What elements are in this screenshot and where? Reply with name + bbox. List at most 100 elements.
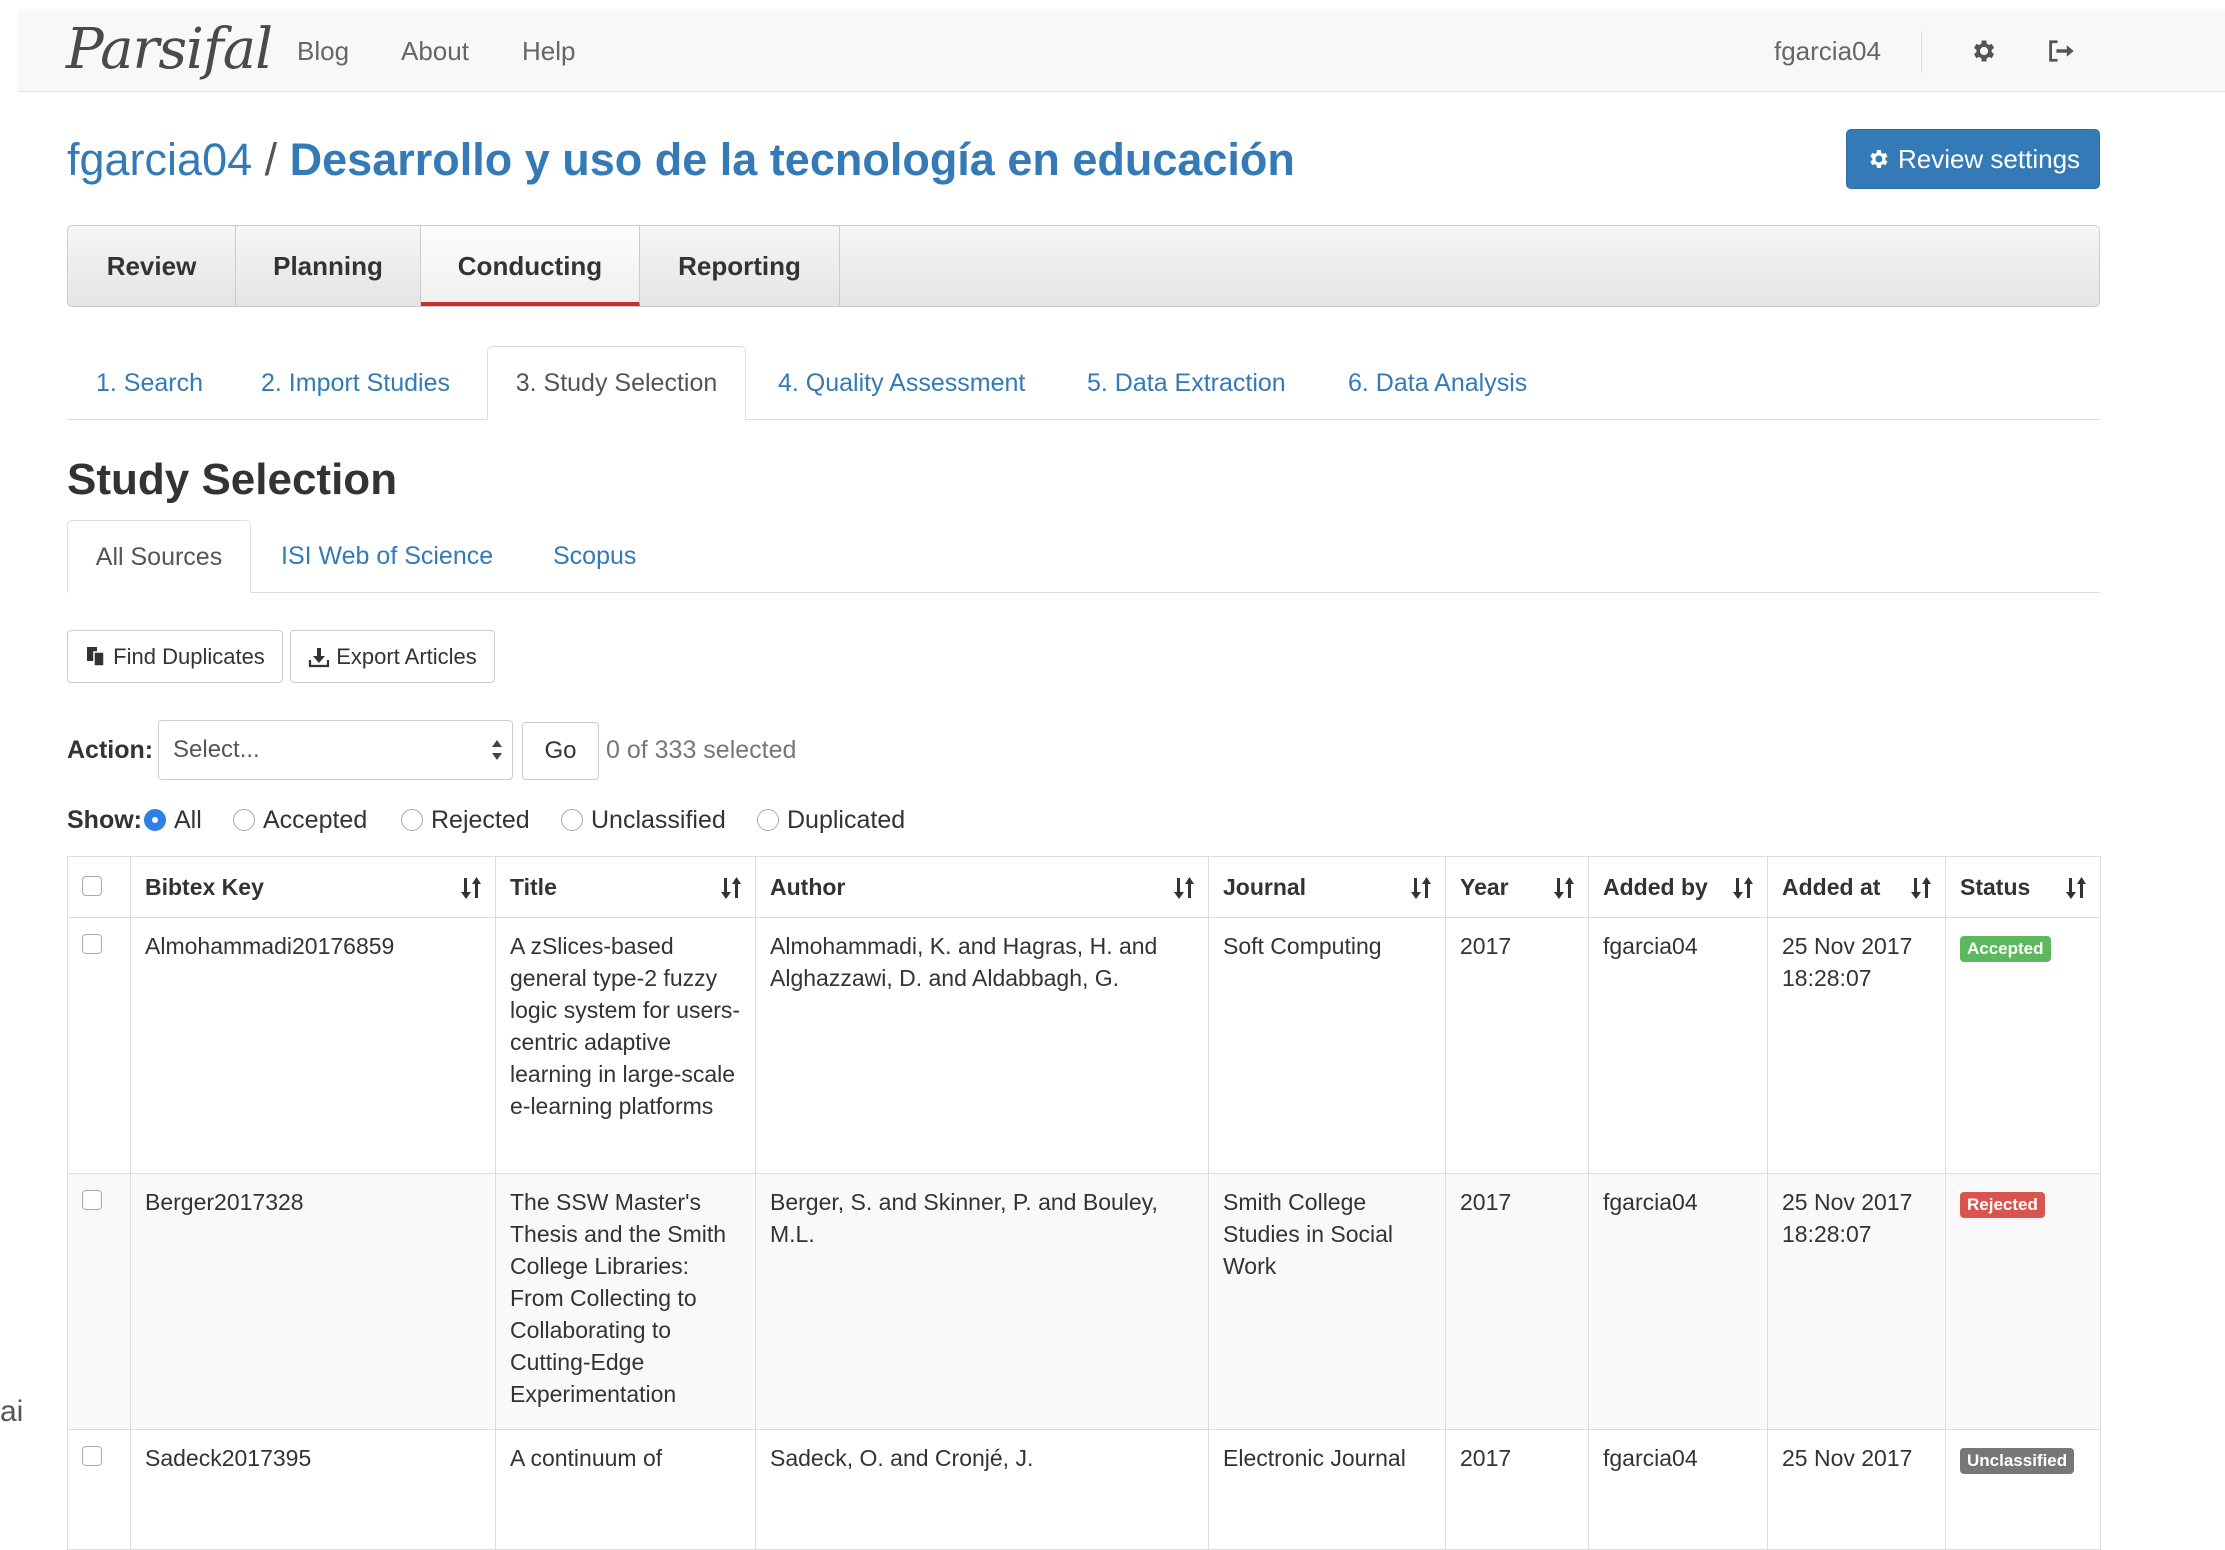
column-label: Journal — [1223, 873, 1307, 900]
studies-table: Bibtex Key Title Author Journal Year Add… — [67, 856, 2101, 1550]
edge-text-fragment: ai — [0, 1395, 24, 1428]
status-cell: Accepted — [1945, 917, 2101, 1174]
tab-conducting[interactable]: Conducting — [421, 226, 640, 306]
radio-button[interactable] — [401, 809, 423, 831]
tab-data-extraction[interactable]: 5. Data Extraction — [1087, 347, 1286, 419]
radio-button[interactable] — [757, 809, 779, 831]
column-label: Added by — [1603, 873, 1708, 900]
gear-icon[interactable] — [1961, 29, 2005, 73]
sort-icon[interactable] — [1731, 875, 1755, 901]
tab-review[interactable]: Review — [68, 226, 236, 306]
column-label: Bibtex Key — [145, 873, 264, 900]
find-duplicates-button[interactable]: Find Duplicates — [67, 630, 283, 683]
table-row[interactable]: Almohammadi20176859 A zSlices-based gene… — [67, 917, 2101, 1174]
row-checkbox[interactable] — [82, 1446, 102, 1466]
journal-cell: Soft Computing — [1208, 917, 1446, 1174]
filter-duplicated-radio[interactable]: Duplicated — [757, 800, 905, 840]
title-cell[interactable]: A continuum of — [495, 1429, 756, 1550]
column-label: Title — [510, 873, 557, 900]
status-cell: Unclassified — [1945, 1429, 2101, 1550]
tab-import-studies[interactable]: 2. Import Studies — [261, 347, 450, 419]
go-button[interactable]: Go — [522, 722, 599, 780]
filter-all-radio[interactable]: All — [144, 800, 202, 840]
status-cell: Rejected — [1945, 1173, 2101, 1430]
sign-out-icon[interactable] — [2039, 29, 2083, 73]
tab-isi-web-of-science[interactable]: ISI Web of Science — [281, 520, 493, 592]
column-header[interactable]: Title — [495, 856, 756, 918]
column-header[interactable]: Year — [1445, 856, 1589, 918]
action-select[interactable]: Select... — [158, 720, 513, 780]
column-label: Added at — [1782, 873, 1881, 900]
added-by-cell: fgarcia04 — [1588, 1429, 1768, 1550]
action-label: Action: — [67, 736, 154, 764]
tab-reporting[interactable]: Reporting — [640, 226, 840, 306]
select-all-checkbox[interactable] — [82, 876, 102, 896]
journal-cell: Smith College Studies in Social Work — [1208, 1173, 1446, 1430]
column-header[interactable]: Journal — [1208, 856, 1446, 918]
find-duplicates-label: Find Duplicates — [113, 643, 265, 669]
tab-scopus[interactable]: Scopus — [553, 520, 636, 592]
table-row[interactable]: Berger2017328 The SSW Master's Thesis an… — [67, 1173, 2101, 1430]
review-settings-button[interactable]: Review settings — [1846, 129, 2100, 189]
row-checkbox[interactable] — [82, 1190, 102, 1210]
filter-all-label: All — [174, 805, 202, 834]
sort-icon[interactable] — [1909, 875, 1933, 901]
column-header[interactable]: Status — [1945, 856, 2101, 918]
row-checkbox[interactable] — [82, 934, 102, 954]
title-cell[interactable]: The SSW Master's Thesis and the Smith Co… — [495, 1173, 756, 1430]
radio-button[interactable] — [233, 809, 255, 831]
nav-link-blog[interactable]: Blog — [297, 31, 349, 71]
filter-rejected-radio[interactable]: Rejected — [401, 800, 530, 840]
column-header[interactable]: Author — [755, 856, 1209, 918]
tab-search[interactable]: 1. Search — [96, 347, 203, 419]
sort-icon[interactable] — [719, 875, 743, 901]
status-badge: Accepted — [1960, 936, 2051, 962]
added-at-cell: 25 Nov 2017 18:28:07 — [1767, 917, 1946, 1174]
owner-link[interactable]: fgarcia04 — [67, 134, 252, 185]
tab-quality-assessment[interactable]: 4. Quality Assessment — [778, 347, 1025, 419]
sort-icon[interactable] — [1172, 875, 1196, 901]
title-separator: / — [252, 134, 290, 185]
tab-all-sources[interactable]: All Sources — [67, 520, 251, 593]
nav-username[interactable]: fgarcia04 — [1774, 31, 1881, 71]
sort-icon[interactable] — [459, 875, 483, 901]
sort-icon[interactable] — [1409, 875, 1433, 901]
column-header[interactable]: Added at — [1767, 856, 1946, 918]
project-link[interactable]: Desarrollo y uso de la tecnología en edu… — [290, 134, 1295, 185]
export-articles-button[interactable]: Export Articles — [290, 630, 495, 683]
sort-icon[interactable] — [2064, 875, 2088, 901]
radio-button-checked[interactable] — [144, 809, 166, 831]
author-cell: Sadeck, O. and Cronjé, J. — [755, 1429, 1209, 1550]
year-cell: 2017 — [1445, 1173, 1589, 1430]
status-badge: Rejected — [1960, 1192, 2045, 1218]
table-row[interactable]: Sadeck2017395 A continuum of Sadeck, O. … — [67, 1429, 2101, 1550]
filter-accepted-label: Accepted — [263, 805, 368, 834]
row-select-cell — [67, 1173, 131, 1430]
nav-link-help[interactable]: Help — [522, 31, 575, 71]
sort-icon[interactable] — [1552, 875, 1576, 901]
filter-rejected-label: Rejected — [431, 805, 530, 834]
source-tabs-divider — [67, 592, 2100, 593]
tab-data-analysis[interactable]: 6. Data Analysis — [1348, 347, 1527, 419]
filter-unclassified-label: Unclassified — [591, 805, 726, 834]
year-cell: 2017 — [1445, 1429, 1589, 1550]
column-header[interactable]: Added by — [1588, 856, 1768, 918]
sub-tabs-divider — [67, 419, 2100, 420]
bibtex-key-cell[interactable]: Sadeck2017395 — [130, 1429, 496, 1550]
radio-button[interactable] — [561, 809, 583, 831]
row-select-cell — [67, 917, 131, 1174]
bibtex-key-cell[interactable]: Almohammadi20176859 — [130, 917, 496, 1174]
nav-link-about[interactable]: About — [401, 31, 469, 71]
column-label: Status — [1960, 873, 2031, 900]
tab-planning[interactable]: Planning — [236, 226, 421, 306]
added-by-cell: fgarcia04 — [1588, 1173, 1768, 1430]
select-all-cell — [67, 856, 131, 918]
title-cell[interactable]: A zSlices-based general type-2 fuzzy log… — [495, 917, 756, 1174]
filter-unclassified-radio[interactable]: Unclassified — [561, 800, 726, 840]
bibtex-key-cell[interactable]: Berger2017328 — [130, 1173, 496, 1430]
filter-duplicated-label: Duplicated — [787, 805, 906, 834]
filter-accepted-radio[interactable]: Accepted — [233, 800, 367, 840]
tab-study-selection[interactable]: 3. Study Selection — [487, 346, 746, 420]
brand-logo[interactable]: Parsifal — [66, 15, 273, 85]
column-header[interactable]: Bibtex Key — [130, 856, 496, 918]
